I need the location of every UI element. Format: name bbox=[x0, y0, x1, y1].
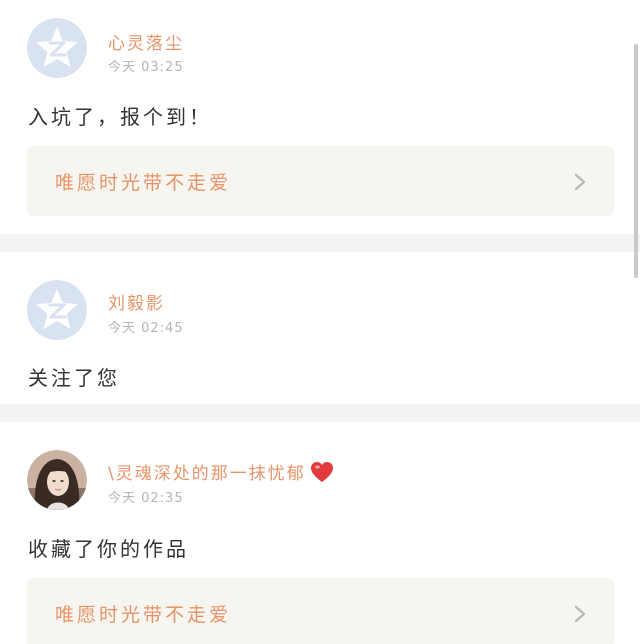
work-title: 唯愿时光带不走爱 bbox=[55, 172, 232, 194]
heart-emoji-icon bbox=[310, 462, 333, 482]
notification-card: 刘毅影 今天 02:45 关注了您 bbox=[0, 252, 640, 404]
timestamp: 今天 02:35 bbox=[108, 491, 184, 506]
timestamp: 今天 02:45 bbox=[108, 321, 184, 336]
work-link-card[interactable]: 唯愿时光带不走爱 bbox=[27, 578, 614, 644]
username[interactable]: \灵魂深处的那一抹忧郁 bbox=[108, 459, 334, 484]
qzone-star-avatar-icon bbox=[27, 18, 87, 78]
work-title: 唯愿时光带不走爱 bbox=[55, 604, 232, 626]
chevron-right-icon bbox=[574, 173, 586, 191]
card-separator bbox=[0, 234, 640, 252]
work-link-card[interactable]: 唯愿时光带不走爱 bbox=[27, 146, 614, 216]
timestamp: 今天 03:25 bbox=[108, 60, 184, 75]
username-text: \灵魂深处的那一抹忧郁 bbox=[108, 464, 306, 484]
message-text: 入坑了，报个到！ bbox=[28, 105, 212, 129]
username[interactable]: 刘毅影 bbox=[108, 289, 165, 314]
message-text: 关注了您 bbox=[28, 366, 120, 390]
notification-feed: 心灵落尘 今天 03:25 入坑了，报个到！ 唯愿时光带不走爱 刘毅影 今天 0… bbox=[0, 0, 640, 644]
user-photo-avatar-icon bbox=[27, 450, 87, 510]
avatar[interactable] bbox=[27, 450, 87, 510]
avatar[interactable] bbox=[27, 18, 87, 78]
card-separator bbox=[0, 404, 640, 422]
notification-card: 心灵落尘 今天 03:25 入坑了，报个到！ 唯愿时光带不走爱 bbox=[0, 0, 640, 234]
scrollbar[interactable] bbox=[634, 44, 638, 278]
username[interactable]: 心灵落尘 bbox=[108, 29, 184, 54]
notification-card: \灵魂深处的那一抹忧郁 今天 02:35 收藏了你的作品 唯愿时光带不走爱 bbox=[0, 422, 640, 644]
avatar[interactable] bbox=[27, 280, 87, 340]
chevron-right-icon bbox=[574, 605, 586, 623]
qzone-star-avatar-icon bbox=[27, 280, 87, 340]
message-text: 收藏了你的作品 bbox=[28, 537, 189, 561]
